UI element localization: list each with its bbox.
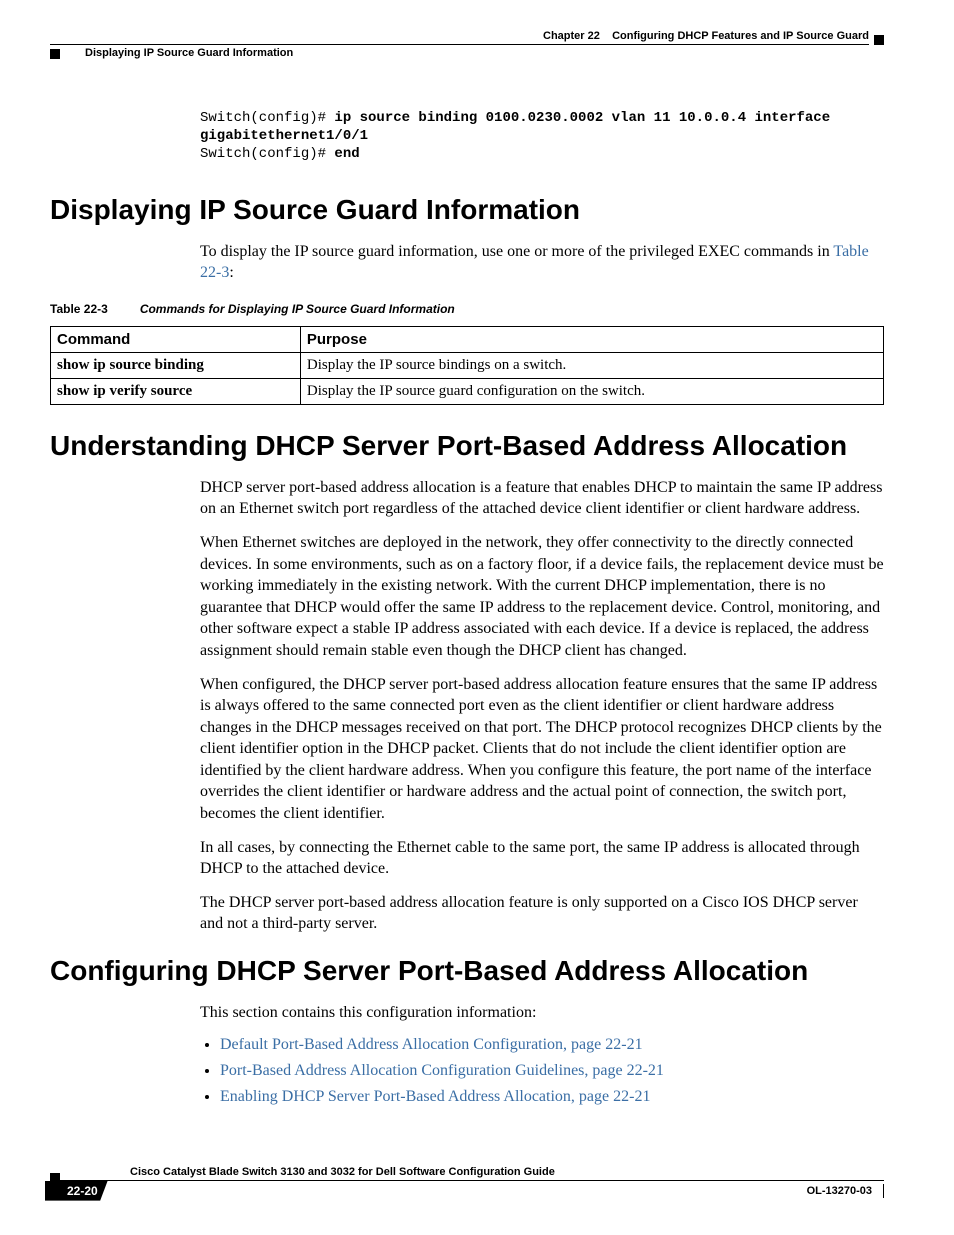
document-id: OL-13270-03 bbox=[807, 1185, 872, 1197]
footer-book-title: Cisco Catalyst Blade Switch 3130 and 303… bbox=[130, 1166, 555, 1178]
table-row: show ip source binding Display the IP so… bbox=[51, 352, 884, 378]
page-number: 22-20 bbox=[45, 1181, 108, 1201]
section-heading-configuring: Configuring DHCP Server Port-Based Addre… bbox=[50, 955, 884, 987]
code-command: end bbox=[334, 146, 359, 162]
xref-link[interactable]: Port-Based Address Allocation Configurat… bbox=[220, 1062, 884, 1080]
table-header-command: Command bbox=[51, 326, 301, 352]
header-chapter: Chapter 22 Configuring DHCP Features and… bbox=[543, 30, 869, 42]
section-intro: To display the IP source guard informati… bbox=[200, 241, 884, 284]
header-lower-row: Displaying IP Source Guard Information bbox=[50, 47, 884, 59]
document-page: Chapter 22 Configuring DHCP Features and… bbox=[0, 0, 954, 1231]
code-prompt: Switch(config)# bbox=[200, 110, 334, 126]
command-cell: show ip verify source bbox=[51, 378, 301, 404]
header-top-row: Chapter 22 Configuring DHCP Features and… bbox=[50, 30, 884, 45]
header-section: Displaying IP Source Guard Information bbox=[85, 47, 293, 59]
xref-link[interactable]: Default Port-Based Address Allocation Co… bbox=[220, 1036, 884, 1054]
paragraph: When Ethernet switches are deployed in t… bbox=[200, 532, 884, 662]
section-intro: This section contains this configuration… bbox=[200, 1002, 884, 1024]
link-list: Default Port-Based Address Allocation Co… bbox=[200, 1036, 884, 1106]
purpose-cell: Display the IP source bindings on a swit… bbox=[300, 352, 883, 378]
table-header-purpose: Purpose bbox=[300, 326, 883, 352]
header-square-left-icon bbox=[50, 49, 60, 59]
section-heading-understanding: Understanding DHCP Server Port-Based Add… bbox=[50, 430, 884, 462]
footer-rule-icon bbox=[883, 1184, 884, 1198]
header-square-icon bbox=[874, 35, 884, 45]
paragraph: The DHCP server port-based address alloc… bbox=[200, 892, 884, 935]
paragraph: When configured, the DHCP server port-ba… bbox=[200, 674, 884, 825]
code-sample: Switch(config)# ip source binding 0100.0… bbox=[200, 109, 884, 164]
table-caption: Table 22-3Commands for Displaying IP Sou… bbox=[50, 302, 884, 316]
paragraph: In all cases, by connecting the Ethernet… bbox=[200, 837, 884, 880]
code-prompt: Switch(config)# bbox=[200, 146, 334, 162]
table-row: show ip verify source Display the IP sou… bbox=[51, 378, 884, 404]
commands-table: Command Purpose show ip source binding D… bbox=[50, 326, 884, 405]
paragraph: DHCP server port-based address allocatio… bbox=[200, 477, 884, 520]
xref-link[interactable]: Enabling DHCP Server Port-Based Address … bbox=[220, 1088, 884, 1106]
command-cell: show ip source binding bbox=[51, 352, 301, 378]
purpose-cell: Display the IP source guard configuratio… bbox=[300, 378, 883, 404]
page-footer: Cisco Catalyst Blade Switch 3130 and 303… bbox=[50, 1166, 884, 1201]
section-heading-displaying: Displaying IP Source Guard Information bbox=[50, 194, 884, 226]
